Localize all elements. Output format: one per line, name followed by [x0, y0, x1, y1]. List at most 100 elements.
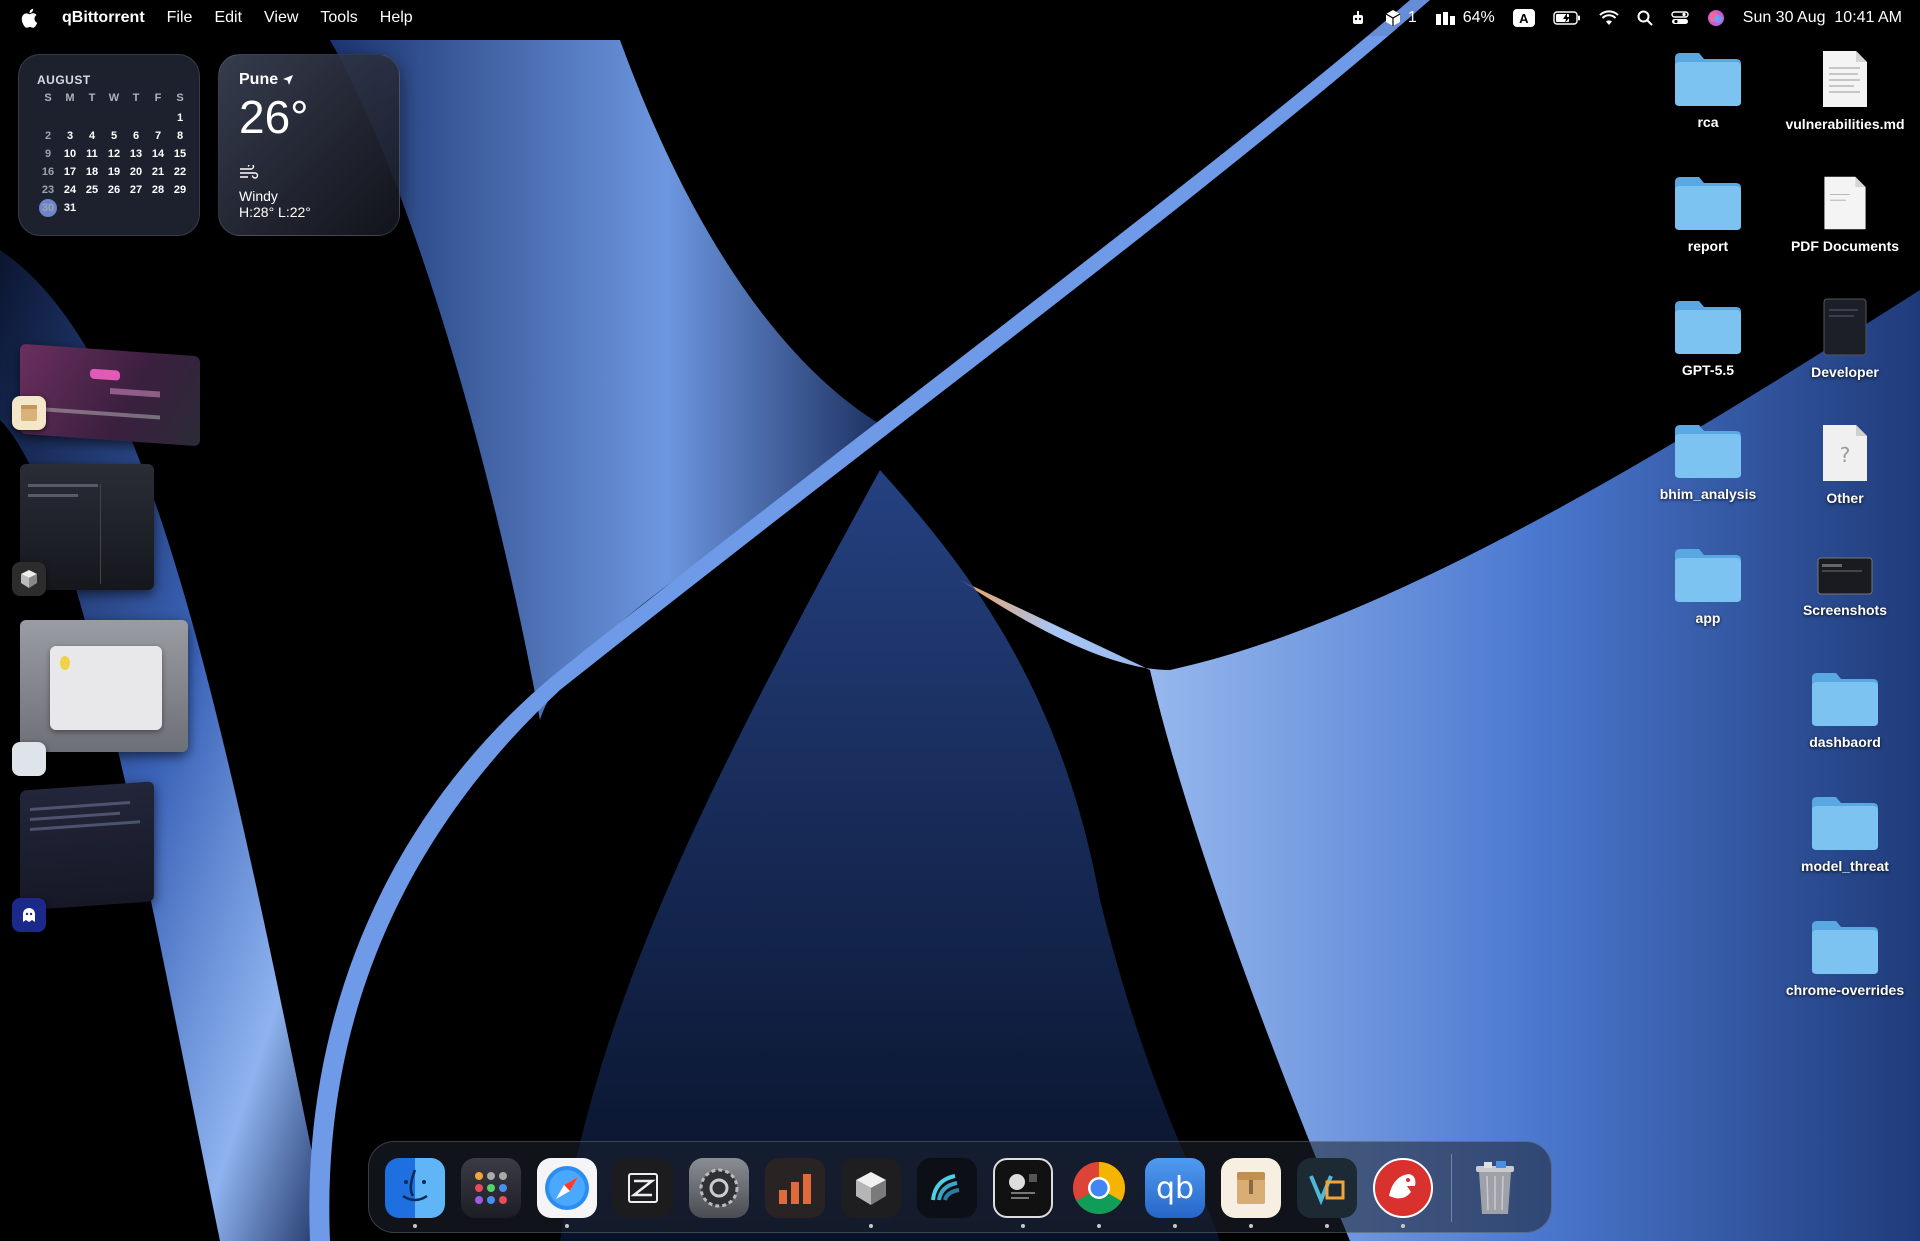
- desktop-folder-chrome-overrides[interactable]: chrome-overrides: [1780, 918, 1910, 998]
- package-status-item[interactable]: 1: [1384, 9, 1417, 27]
- desktop-folder-gpt[interactable]: GPT-5.5: [1643, 298, 1773, 378]
- weather-city-row: Pune: [239, 71, 379, 89]
- running-indicator: [1325, 1224, 1329, 1228]
- location-arrow-icon: [283, 75, 294, 85]
- dock: qb: [368, 1141, 1552, 1233]
- dark-document-icon: [1823, 298, 1867, 356]
- calendar-day: 20: [129, 166, 143, 178]
- trash-icon[interactable]: [1465, 1158, 1525, 1218]
- package-icon: [1385, 10, 1401, 26]
- stage-manager-group-2[interactable]: [12, 464, 166, 596]
- calendar-day: [147, 199, 169, 217]
- weekday-label: S: [176, 92, 184, 104]
- calendar-today: 30: [39, 199, 57, 217]
- safari-icon[interactable]: [537, 1158, 597, 1218]
- desktop-folder-model-threat[interactable]: model_threat: [1780, 794, 1910, 874]
- desktop-folder-report[interactable]: report: [1643, 174, 1773, 254]
- weather-high-low: H:28° L:22°: [239, 204, 311, 220]
- calendar-day: 27: [129, 184, 143, 196]
- menu-edit[interactable]: Edit: [214, 9, 242, 27]
- wifi-icon[interactable]: [1599, 10, 1619, 26]
- chrome-icon[interactable]: [1069, 1158, 1129, 1218]
- document-icon: [1824, 176, 1866, 230]
- calendar-day: 23: [41, 184, 55, 196]
- desktop-file-pdf-documents[interactable]: PDF Documents: [1780, 174, 1910, 254]
- calendar-day: 29: [173, 184, 187, 196]
- red-dragon-icon[interactable]: [1373, 1158, 1433, 1218]
- weekday-label: M: [65, 92, 75, 104]
- running-indicator: [1173, 1224, 1177, 1228]
- cube-app-icon: [12, 562, 46, 596]
- folder-icon: [1675, 549, 1741, 602]
- calendar-day: 12: [107, 148, 121, 160]
- folder-icon: [1675, 425, 1741, 478]
- weather-city: Pune: [239, 71, 279, 88]
- chart-app-icon[interactable]: [765, 1158, 825, 1218]
- weather-condition: Windy: [239, 188, 278, 204]
- calendar-day: 10: [63, 148, 77, 160]
- desktop-folder-dashbaord[interactable]: dashbaord: [1780, 670, 1910, 750]
- calendar-day: 7: [154, 130, 162, 142]
- system-settings-icon[interactable]: [689, 1158, 749, 1218]
- robot-status-icon[interactable]: [1350, 10, 1366, 26]
- folder-icon: [1812, 921, 1878, 974]
- stage-manager-group-1[interactable]: [12, 343, 206, 450]
- calendar-day: 5: [110, 130, 118, 142]
- file-label: Other: [1826, 490, 1864, 506]
- menu-file[interactable]: File: [167, 9, 193, 27]
- stage-manager-group-3[interactable]: [12, 620, 196, 780]
- menu-view[interactable]: View: [264, 9, 298, 27]
- input-source-indicator[interactable]: A: [1512, 9, 1535, 27]
- folder-label: app: [1695, 610, 1721, 626]
- desktop-folder-app[interactable]: app: [1643, 546, 1773, 626]
- archive-utility-icon[interactable]: [1221, 1158, 1281, 1218]
- menu-help[interactable]: Help: [380, 9, 413, 27]
- spotlight-search-icon[interactable]: [1637, 10, 1653, 26]
- siri-icon[interactable]: [1707, 9, 1725, 27]
- cube-app-icon[interactable]: [841, 1158, 901, 1218]
- weekday-label: T: [88, 92, 96, 104]
- calendar-day: 6: [132, 130, 140, 142]
- vmware-icon[interactable]: [1297, 1158, 1357, 1218]
- desktop-item-screenshots[interactable]: Screenshots: [1780, 556, 1910, 618]
- zed-icon[interactable]: [613, 1158, 673, 1218]
- desktop-folder-bhim-analysis[interactable]: bhim_analysis: [1643, 422, 1773, 502]
- document-icon: [1823, 51, 1867, 107]
- calendar-day: 8: [176, 130, 184, 142]
- calendar-day: [125, 109, 147, 127]
- terminal-app-icon[interactable]: [993, 1158, 1053, 1218]
- calendar-day: 25: [85, 184, 99, 196]
- calendar-day: 3: [66, 130, 74, 142]
- clock-datetime[interactable]: Sun 30 Aug 10:41 AM: [1743, 9, 1902, 27]
- launchpad-icon[interactable]: [461, 1158, 521, 1218]
- calendar-day: 26: [107, 184, 121, 196]
- folder-label: dashbaord: [1809, 734, 1881, 750]
- control-center-icon[interactable]: [1671, 10, 1689, 26]
- finder-icon[interactable]: [385, 1158, 445, 1218]
- folder-icon: [1675, 177, 1741, 230]
- desktop-item-developer[interactable]: Developer: [1780, 296, 1910, 380]
- menu-tools[interactable]: Tools: [320, 9, 357, 27]
- app-menu-name[interactable]: qBittorrent: [62, 9, 145, 27]
- folder-icon: [1812, 673, 1878, 726]
- calendar-grid: S M T W T F S: [37, 89, 183, 107]
- apple-menu-icon[interactable]: [20, 8, 38, 28]
- calendar-day: 18: [85, 166, 99, 178]
- running-indicator: [1021, 1224, 1025, 1228]
- weather-widget[interactable]: Pune 26° Windy H:28° L:22°: [218, 54, 400, 236]
- calendar-day: [103, 109, 125, 127]
- desktop-file-vulnerabilities[interactable]: vulnerabilities.md: [1780, 48, 1910, 132]
- calendar-widget[interactable]: AUGUST S M T W T F S 1 2 3 4 5 6 7 8 9 10 11 12 13 14…: [18, 54, 200, 236]
- battery-bars-icon: [1435, 12, 1455, 25]
- battery-status-item[interactable]: 64%: [1435, 9, 1495, 27]
- calendar-day: [59, 109, 81, 127]
- qbittorrent-icon[interactable]: qb: [1145, 1158, 1205, 1218]
- archive-utility-icon: [12, 396, 46, 430]
- battery-charging-icon[interactable]: [1553, 11, 1581, 25]
- calendar-day: 15: [173, 148, 187, 160]
- stage-manager-group-4[interactable]: [12, 781, 166, 936]
- wave-app-icon[interactable]: [917, 1158, 977, 1218]
- desktop-folder-rca[interactable]: rca: [1643, 50, 1773, 130]
- desktop-item-other[interactable]: ? Other: [1780, 422, 1910, 506]
- folder-label: chrome-overrides: [1785, 982, 1905, 998]
